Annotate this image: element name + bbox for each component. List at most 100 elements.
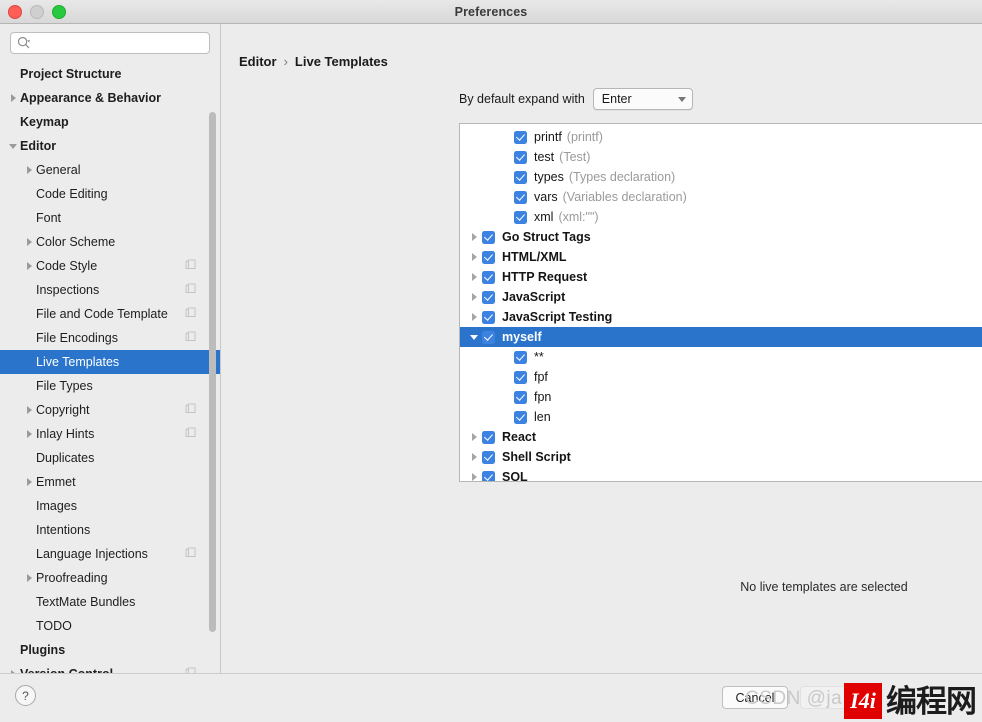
sidebar-item-editor[interactable]: Editor bbox=[0, 134, 220, 158]
settings-tree[interactable]: Project Structure Appearance & Behavior Ke… bbox=[0, 62, 220, 722]
chevron-right-icon[interactable] bbox=[466, 273, 482, 281]
template-checkbox[interactable] bbox=[514, 390, 527, 404]
chevron-right-icon[interactable] bbox=[22, 238, 36, 246]
sidebar-item-copyright[interactable]: Copyright bbox=[0, 398, 220, 422]
template-row[interactable]: myself bbox=[460, 327, 982, 347]
chevron-right-icon[interactable] bbox=[22, 166, 36, 174]
template-checkbox[interactable] bbox=[514, 190, 527, 204]
ok-button[interactable] bbox=[800, 686, 866, 709]
sidebar-item-code-editing[interactable]: Code Editing bbox=[0, 182, 220, 206]
sidebar-item-inlay-hints[interactable]: Inlay Hints bbox=[0, 422, 220, 446]
template-row[interactable]: HTML/XML bbox=[460, 247, 982, 267]
chevron-right-icon[interactable] bbox=[466, 473, 482, 481]
template-row[interactable]: SQL bbox=[460, 467, 982, 481]
sidebar-item-label: Proofreading bbox=[36, 571, 108, 585]
help-button[interactable]: ? bbox=[15, 685, 36, 706]
chevron-right-icon[interactable] bbox=[466, 453, 482, 461]
chevron-right-icon[interactable] bbox=[466, 253, 482, 261]
sidebar-item-general[interactable]: General bbox=[0, 158, 220, 182]
chevron-right-icon[interactable] bbox=[22, 262, 36, 270]
template-checkbox[interactable] bbox=[482, 430, 495, 444]
template-row[interactable]: test (Test) bbox=[460, 147, 982, 167]
expand-with-select[interactable]: Enter bbox=[592, 88, 693, 110]
template-row[interactable]: Go Struct Tags bbox=[460, 227, 982, 247]
sidebar-item-intentions[interactable]: Intentions bbox=[0, 518, 220, 542]
template-row[interactable]: JavaScript bbox=[460, 287, 982, 307]
template-checkbox[interactable] bbox=[514, 350, 527, 364]
chevron-right-icon[interactable] bbox=[466, 313, 482, 321]
template-checkbox[interactable] bbox=[482, 310, 495, 324]
template-row[interactable]: JavaScript Testing bbox=[460, 307, 982, 327]
template-label: test bbox=[534, 150, 555, 164]
chevron-down-icon[interactable] bbox=[466, 334, 482, 340]
sidebar-item-keymap[interactable]: Keymap bbox=[0, 110, 220, 134]
sidebar-item-color-scheme[interactable]: Color Scheme bbox=[0, 230, 220, 254]
template-checkbox[interactable] bbox=[482, 250, 495, 264]
template-row[interactable]: HTTP Request bbox=[460, 267, 982, 287]
sidebar-item-file-types[interactable]: File Types bbox=[0, 374, 220, 398]
chevron-right-icon[interactable] bbox=[22, 430, 36, 438]
template-checkbox[interactable] bbox=[482, 470, 495, 481]
template-checkbox[interactable] bbox=[482, 450, 495, 464]
project-scope-icon bbox=[185, 547, 196, 561]
chevron-right-icon[interactable] bbox=[22, 406, 36, 414]
template-row[interactable]: vars (Variables declaration) bbox=[460, 187, 982, 207]
sidebar-item-todo[interactable]: TODO bbox=[0, 614, 220, 638]
chevron-right-icon[interactable] bbox=[466, 293, 482, 301]
template-checkbox[interactable] bbox=[514, 410, 527, 424]
template-row[interactable]: len bbox=[460, 407, 982, 427]
sidebar-item-label: Appearance & Behavior bbox=[20, 91, 162, 105]
close-window-button[interactable] bbox=[8, 4, 22, 19]
maximize-window-button[interactable] bbox=[52, 4, 66, 19]
template-checkbox[interactable] bbox=[482, 230, 495, 244]
template-row[interactable]: types (Types declaration) bbox=[460, 167, 982, 187]
chevron-down-icon[interactable] bbox=[6, 143, 20, 149]
breadcrumb-parent[interactable]: Editor bbox=[239, 54, 277, 69]
sidebar-item-proofreading[interactable]: Proofreading bbox=[0, 566, 220, 590]
sidebar-item-textmate-bundles[interactable]: TextMate Bundles bbox=[0, 590, 220, 614]
template-row[interactable]: React bbox=[460, 427, 982, 447]
sidebar-item-duplicates[interactable]: Duplicates bbox=[0, 446, 220, 470]
template-description: (Variables declaration) bbox=[562, 190, 687, 204]
template-label: Shell Script bbox=[502, 450, 571, 464]
sidebar-item-inspections[interactable]: Inspections bbox=[0, 278, 220, 302]
sidebar-item-file-and-code-template[interactable]: File and Code Template bbox=[0, 302, 220, 326]
live-templates-list[interactable]: printf (printf) test (Test) types (Types decl… bbox=[459, 123, 982, 482]
chevron-right-icon[interactable] bbox=[6, 94, 20, 102]
template-checkbox[interactable] bbox=[482, 290, 495, 304]
template-description: (xml:"") bbox=[558, 210, 599, 224]
sidebar-item-file-encodings[interactable]: File Encodings bbox=[0, 326, 220, 350]
template-checkbox[interactable] bbox=[514, 130, 527, 144]
project-scope-icon bbox=[185, 283, 196, 297]
template-row[interactable]: xml (xml:"") bbox=[460, 207, 982, 227]
template-row[interactable]: Shell Script bbox=[460, 447, 982, 467]
sidebar-item-appearance-behavior[interactable]: Appearance & Behavior bbox=[0, 86, 220, 110]
minimize-window-button[interactable] bbox=[30, 4, 44, 19]
template-row[interactable]: ** bbox=[460, 347, 982, 367]
template-checkbox[interactable] bbox=[514, 370, 527, 384]
sidebar-item-font[interactable]: Font bbox=[0, 206, 220, 230]
template-row[interactable]: fpn bbox=[460, 387, 982, 407]
search-box[interactable] bbox=[10, 32, 210, 54]
cancel-button[interactable]: Cancel bbox=[722, 686, 788, 709]
template-row[interactable]: fpf bbox=[460, 367, 982, 387]
template-checkbox[interactable] bbox=[514, 150, 527, 164]
chevron-right-icon[interactable] bbox=[22, 574, 36, 582]
template-checkbox[interactable] bbox=[514, 210, 527, 224]
sidebar-item-emmet[interactable]: Emmet bbox=[0, 470, 220, 494]
chevron-right-icon[interactable] bbox=[466, 233, 482, 241]
sidebar-item-code-style[interactable]: Code Style bbox=[0, 254, 220, 278]
search-input[interactable] bbox=[31, 34, 203, 52]
sidebar-scrollbar[interactable] bbox=[209, 112, 216, 632]
template-checkbox[interactable] bbox=[482, 330, 495, 344]
template-checkbox[interactable] bbox=[514, 170, 527, 184]
sidebar-item-plugins[interactable]: Plugins bbox=[0, 638, 220, 662]
sidebar-item-live-templates[interactable]: Live Templates bbox=[0, 350, 220, 374]
sidebar-item-project-structure[interactable]: Project Structure bbox=[0, 62, 220, 86]
chevron-right-icon[interactable] bbox=[22, 478, 36, 486]
sidebar-item-images[interactable]: Images bbox=[0, 494, 220, 518]
sidebar-item-language-injections[interactable]: Language Injections bbox=[0, 542, 220, 566]
template-row[interactable]: printf (printf) bbox=[460, 127, 982, 147]
chevron-right-icon[interactable] bbox=[466, 433, 482, 441]
template-checkbox[interactable] bbox=[482, 270, 495, 284]
